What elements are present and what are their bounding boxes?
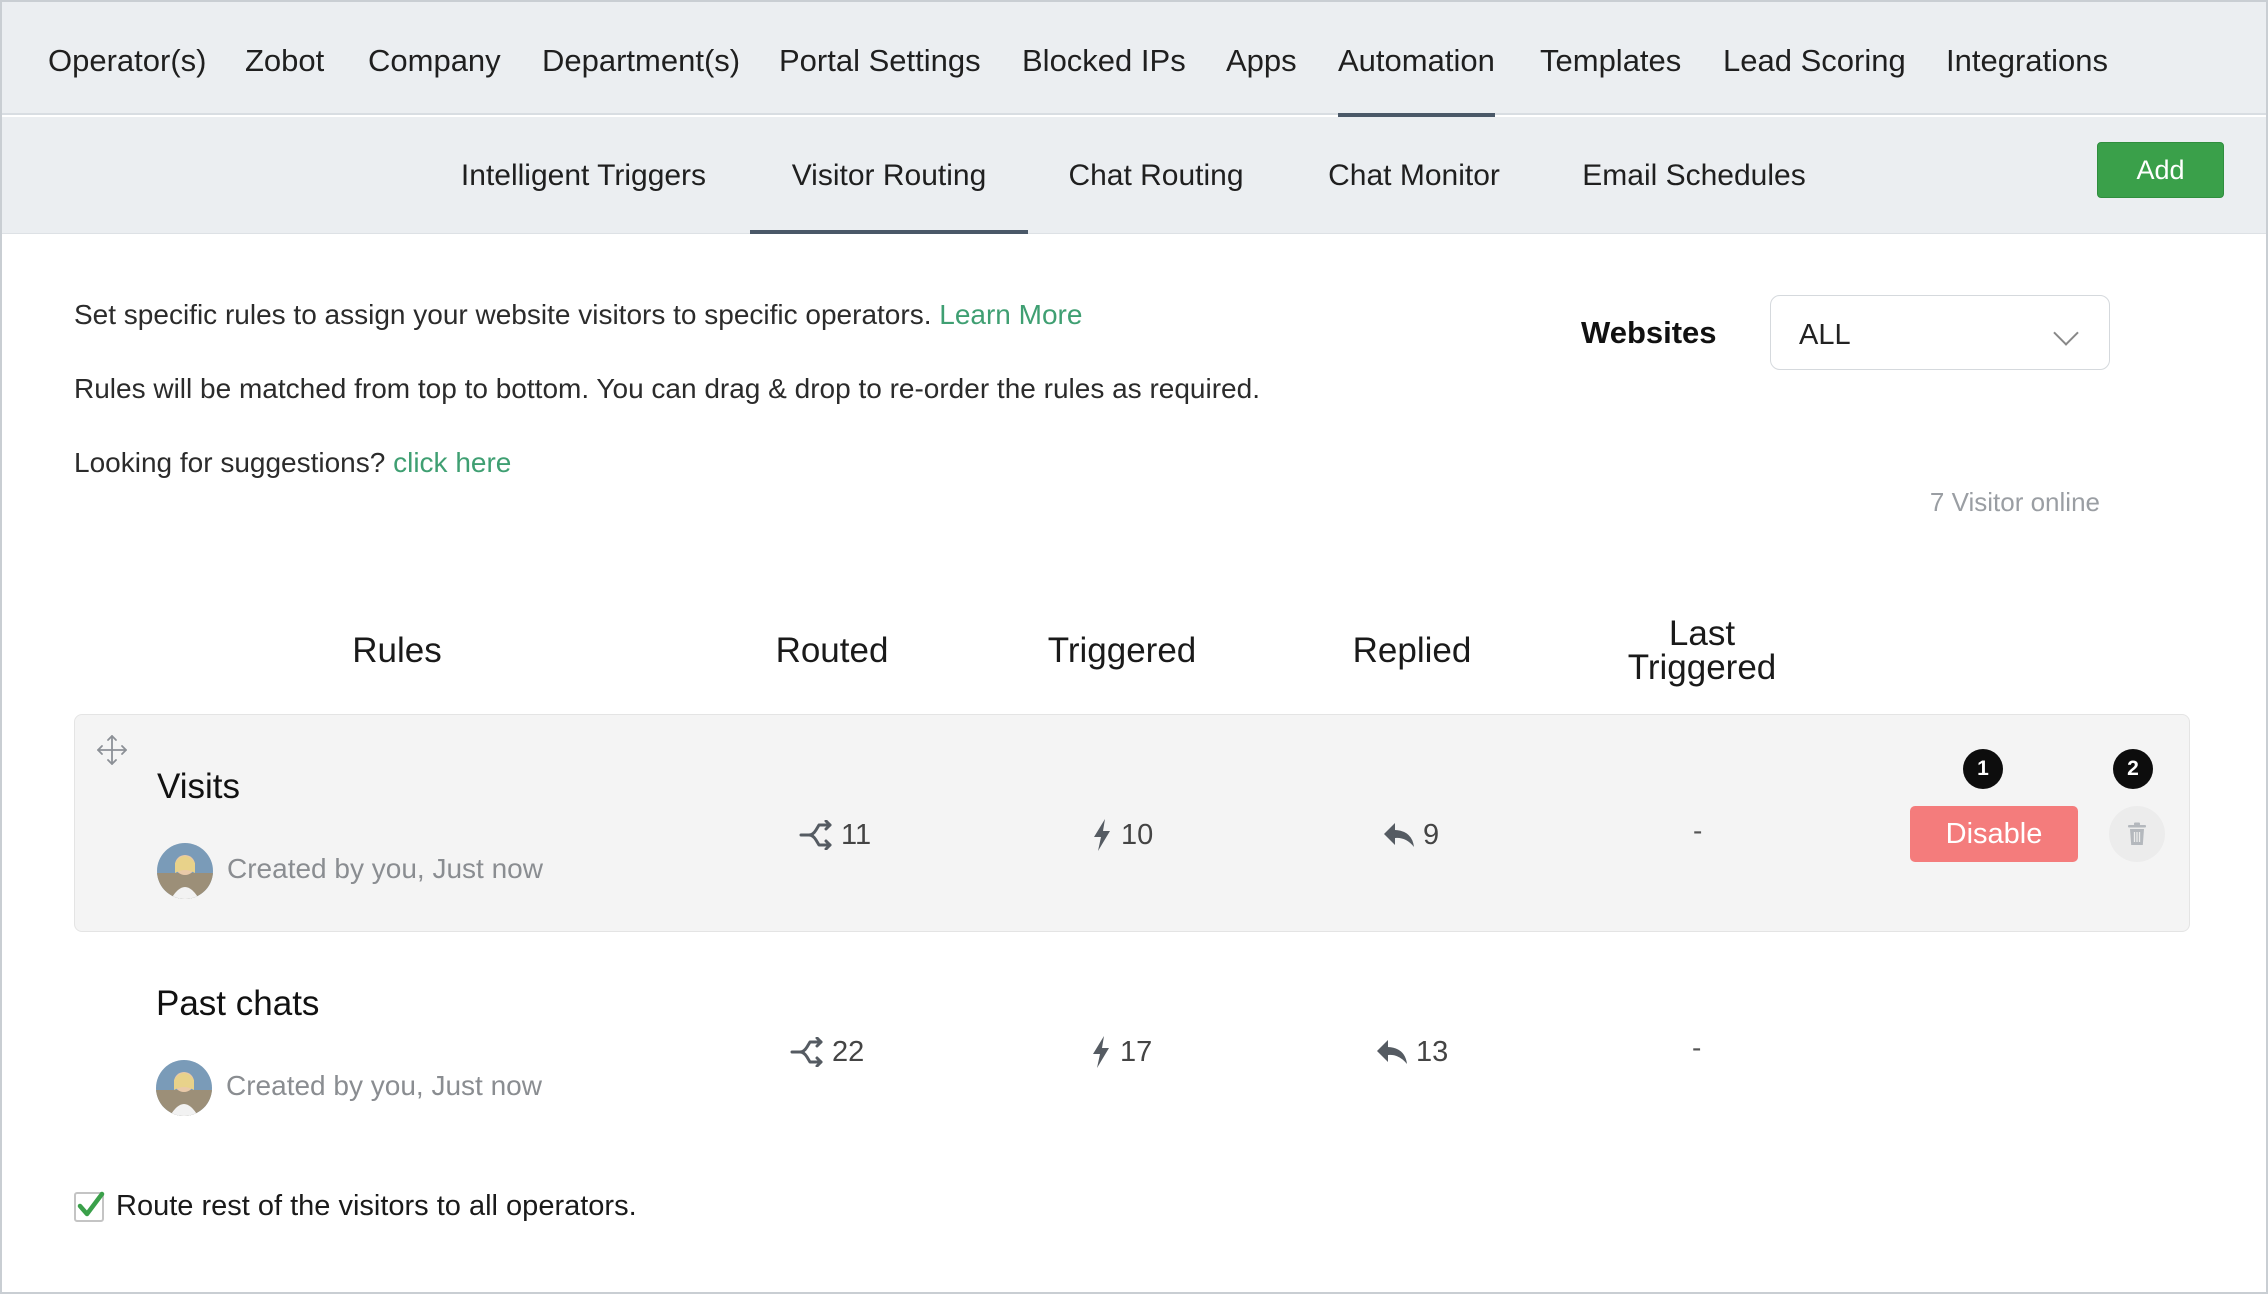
checkmark-icon	[77, 1191, 105, 1216]
callout-badge-2: 2	[2113, 749, 2153, 789]
replied-stat: 9	[1383, 815, 1439, 855]
table-row[interactable]: Visits Created by you, Just now 11 10 9 …	[74, 714, 2190, 932]
header-rules: Rules	[352, 631, 442, 670]
routing-arrows-icon	[790, 1037, 823, 1067]
chevron-down-icon	[2053, 320, 2079, 346]
sub-nav: Intelligent Triggers Visitor Routing Cha…	[2, 117, 2266, 234]
nav-zobot[interactable]: Zobot	[245, 2, 324, 115]
tab-chat-monitor[interactable]: Chat Monitor	[1318, 117, 1510, 234]
intro-line-1: Set specific rules to assign your websit…	[74, 299, 1082, 331]
nav-operators[interactable]: Operator(s)	[48, 2, 206, 115]
header-last-triggered-line1: Last	[1668, 614, 1736, 653]
nav-templates[interactable]: Templates	[1540, 2, 1681, 115]
nav-apps[interactable]: Apps	[1226, 2, 1297, 115]
routing-arrows-icon	[799, 820, 832, 850]
top-nav: Operator(s) Zobot Company Department(s) …	[2, 2, 2266, 117]
triggered-stat: 17	[1090, 1032, 1152, 1072]
triggered-count: 17	[1120, 1035, 1153, 1068]
route-rest-option: Route rest of the visitors to all operat…	[74, 1190, 637, 1223]
intro-line-3: Looking for suggestions? click here	[74, 447, 511, 479]
routed-count: 22	[832, 1035, 865, 1068]
reply-icon	[1384, 823, 1414, 847]
header-routed: Routed	[775, 631, 889, 670]
replied-count: 9	[1423, 818, 1440, 851]
delete-button[interactable]	[2109, 806, 2165, 862]
intro-line-2: Rules will be matched from top to bottom…	[74, 373, 1260, 404]
triggered-stat: 10	[1091, 815, 1153, 855]
header-triggered: Triggered	[1047, 631, 1197, 670]
rule-creator: Created by you, Just now	[227, 853, 543, 884]
table-row[interactable]: Past chats Created by you, Just now 22 1…	[74, 932, 2190, 1150]
drag-move-icon[interactable]	[95, 733, 129, 767]
routed-count: 11	[841, 818, 872, 851]
nav-blocked-ips[interactable]: Blocked IPs	[1022, 2, 1186, 115]
nav-departments[interactable]: Department(s)	[542, 2, 740, 115]
lightning-icon	[1094, 819, 1110, 851]
websites-select[interactable]: ALL	[1770, 295, 2110, 370]
callout-badge-1: 1	[1963, 749, 2003, 789]
nav-company[interactable]: Company	[368, 2, 501, 115]
avatar	[157, 843, 213, 899]
nav-automation[interactable]: Automation	[1338, 2, 1495, 117]
triggered-count: 10	[1121, 818, 1154, 851]
disable-button[interactable]: Disable	[1910, 806, 2078, 862]
route-rest-checkbox[interactable]	[74, 1191, 105, 1222]
header-replied: Replied	[1352, 631, 1472, 670]
app-frame: Operator(s) Zobot Company Department(s) …	[0, 0, 2268, 1294]
nav-lead-scoring[interactable]: Lead Scoring	[1723, 2, 1906, 115]
nav-integrations[interactable]: Integrations	[1946, 2, 2108, 115]
routed-stat: 11	[799, 815, 871, 855]
nav-portal-settings[interactable]: Portal Settings	[779, 2, 981, 115]
trash-icon	[2128, 822, 2146, 845]
avatar	[156, 1060, 212, 1116]
suggestions-text: Looking for suggestions?	[74, 447, 386, 478]
rule-name[interactable]: Past chats	[156, 984, 319, 1024]
last-triggered-value: -	[1693, 815, 1703, 846]
tab-intelligent-triggers[interactable]: Intelligent Triggers	[448, 117, 719, 234]
reply-icon	[1377, 1040, 1407, 1064]
add-button[interactable]: Add	[2097, 142, 2224, 198]
lightning-icon	[1093, 1036, 1109, 1068]
routed-stat: 22	[790, 1032, 864, 1072]
route-rest-label[interactable]: Route rest of the visitors to all operat…	[116, 1190, 637, 1223]
replied-count: 13	[1416, 1035, 1449, 1068]
websites-label: Websites	[1581, 315, 1717, 350]
tab-email-schedules[interactable]: Email Schedules	[1576, 117, 1812, 234]
websites-selected-value: ALL	[1799, 319, 1851, 351]
header-last-triggered-line2: Triggered	[1627, 648, 1777, 687]
tab-chat-routing[interactable]: Chat Routing	[1058, 117, 1254, 234]
intro-text: Set specific rules to assign your websit…	[74, 299, 932, 330]
last-triggered-value: -	[1692, 1032, 1702, 1063]
click-here-link[interactable]: click here	[393, 447, 511, 478]
rule-creator: Created by you, Just now	[226, 1070, 542, 1101]
tab-visitor-routing[interactable]: Visitor Routing	[750, 117, 1028, 234]
replied-stat: 13	[1376, 1032, 1448, 1072]
visitors-online-count: 7 Visitor online	[1929, 487, 2100, 517]
rule-name[interactable]: Visits	[157, 767, 240, 807]
header-last-triggered: Last Triggered	[1582, 614, 1822, 687]
learn-more-link[interactable]: Learn More	[939, 299, 1082, 330]
